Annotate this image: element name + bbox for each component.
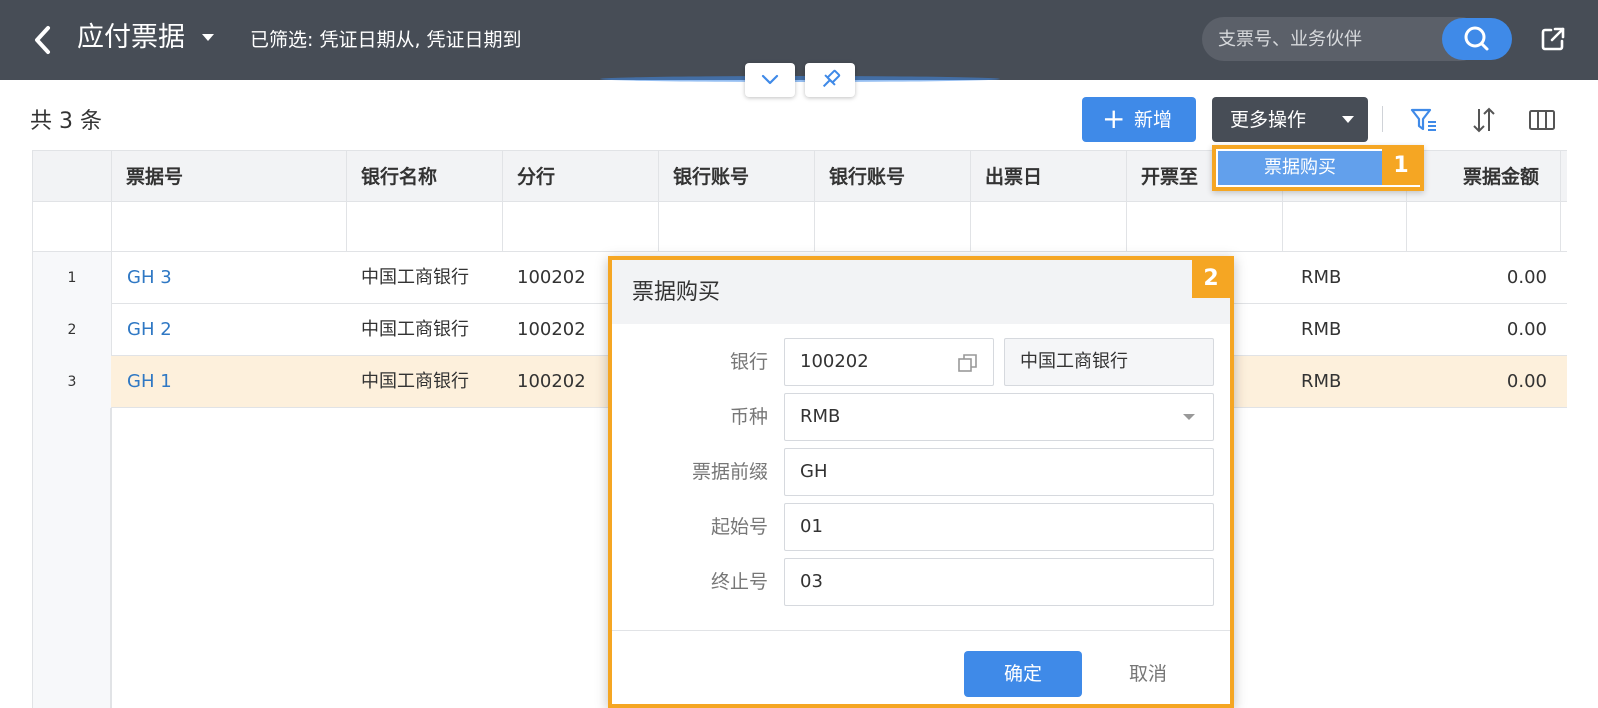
search-input[interactable] [1218, 27, 1418, 51]
record-count: 共 3 条 [30, 109, 102, 134]
add-button[interactable]: + 新增 [1082, 97, 1196, 142]
column-divider [1126, 150, 1127, 252]
branch-cell: 100202 [517, 371, 586, 392]
chevron-down-icon [761, 74, 779, 85]
more-actions-button[interactable]: 更多操作 [1212, 97, 1368, 142]
end-number-value: 03 [800, 571, 823, 592]
prefix-value: GH [800, 461, 828, 482]
bank-code-value: 100202 [800, 351, 869, 372]
column-header[interactable]: 出票日 [985, 151, 1042, 203]
back-icon[interactable] [28, 22, 58, 58]
currency-select[interactable]: RMB [784, 393, 1214, 441]
currency-cell: RMB [1301, 319, 1342, 340]
column-header[interactable]: 分行 [517, 151, 555, 203]
add-button-label: 新增 [1134, 109, 1173, 131]
currency-cell: RMB [1301, 267, 1342, 288]
search-icon [1464, 26, 1489, 51]
column-header[interactable]: 票据金额 [1463, 151, 1539, 203]
plus-icon: + [1102, 102, 1126, 135]
page-title[interactable]: 应付票据 [77, 20, 185, 56]
branch-cell: 100202 [517, 319, 586, 340]
table-filter-row[interactable] [33, 202, 1567, 252]
pin-filter-button[interactable] [805, 63, 855, 97]
header-divider [600, 76, 1000, 82]
end-number-field[interactable]: 03 [784, 558, 1214, 606]
pin-icon [822, 69, 841, 88]
step-badge: 1 [1382, 147, 1420, 185]
currency-value: RMB [800, 406, 841, 427]
amount-cell: 0.00 [1506, 371, 1547, 392]
menu-item-bill-purchase[interactable]: 票据购买 [1218, 151, 1382, 185]
bill-number-link[interactable]: GH 1 [127, 356, 172, 408]
column-divider [1560, 150, 1561, 252]
more-actions-label: 更多操作 [1230, 109, 1307, 131]
bank-name-cell: 中国工商银行 [361, 267, 469, 288]
prefix-field[interactable]: GH [784, 448, 1214, 496]
bill-number-link[interactable]: GH 2 [127, 304, 172, 356]
row-number: 3 [33, 356, 111, 408]
bank-name-cell: 中国工商银行 [361, 319, 469, 340]
dropdown-caret-icon [1183, 414, 1195, 420]
column-header[interactable]: 开票至 [1141, 151, 1198, 203]
columns-icon[interactable] [1526, 104, 1558, 136]
bank-label: 银行 [729, 351, 768, 373]
cancel-button[interactable]: 取消 [1108, 651, 1188, 697]
export-icon[interactable] [1540, 26, 1566, 52]
bank-name-value: 中国工商银行 [1020, 351, 1128, 372]
search-box[interactable] [1202, 17, 1482, 61]
dialog-title: 票据购买 [632, 280, 721, 305]
more-actions-menu: 票据购买 1 [1212, 145, 1424, 191]
end-number-label: 终止号 [710, 571, 768, 593]
step-badge: 2 [1192, 260, 1230, 298]
column-divider [346, 150, 347, 252]
currency-label: 币种 [729, 406, 768, 428]
start-number-value: 01 [800, 516, 823, 537]
amount-cell: 0.00 [1506, 267, 1547, 288]
row-number: 1 [33, 252, 111, 304]
start-number-field[interactable]: 01 [784, 503, 1214, 551]
column-header[interactable]: 票据号 [126, 151, 183, 203]
column-divider [111, 150, 112, 708]
dialog-footer-divider [612, 630, 1230, 631]
column-divider [658, 150, 659, 252]
amount-cell: 0.00 [1506, 319, 1547, 340]
filter-summary: 已筛选: 凭证日期从, 凭证日期到 [250, 29, 522, 51]
row-number: 2 [33, 304, 111, 356]
bill-purchase-dialog: 票据购买 2 银行 100202 中国工商银行 币种 RMB 票据前缀 GH 起… [608, 256, 1234, 708]
toolbar-divider [1382, 106, 1383, 132]
column-header[interactable]: 银行账号 [829, 151, 905, 203]
bank-name-cell: 中国工商银行 [361, 371, 469, 392]
filter-icon[interactable] [1408, 104, 1440, 136]
bank-name-field: 中国工商银行 [1004, 338, 1214, 386]
dialog-header: 票据购买 [612, 260, 1230, 324]
column-header[interactable]: 银行名称 [361, 151, 437, 203]
branch-cell: 100202 [517, 267, 586, 288]
currency-cell: RMB [1301, 371, 1342, 392]
title-dropdown-icon[interactable] [202, 34, 214, 41]
column-divider [502, 150, 503, 252]
column-divider [814, 150, 815, 252]
bank-code-field[interactable]: 100202 [784, 338, 994, 386]
top-bar: 应付票据 已筛选: 凭证日期从, 凭证日期到 [0, 0, 1598, 80]
sort-icon[interactable] [1468, 104, 1500, 136]
search-button[interactable] [1442, 18, 1512, 60]
start-number-label: 起始号 [710, 516, 768, 538]
caret-down-icon [1342, 116, 1354, 123]
bill-number-link[interactable]: GH 3 [127, 252, 172, 304]
column-divider [970, 150, 971, 252]
prefix-label: 票据前缀 [691, 461, 768, 483]
copy-icon[interactable] [957, 352, 979, 374]
column-header[interactable]: 银行账号 [673, 151, 749, 203]
collapse-filter-button[interactable] [745, 63, 795, 97]
confirm-button[interactable]: 确定 [964, 651, 1082, 697]
